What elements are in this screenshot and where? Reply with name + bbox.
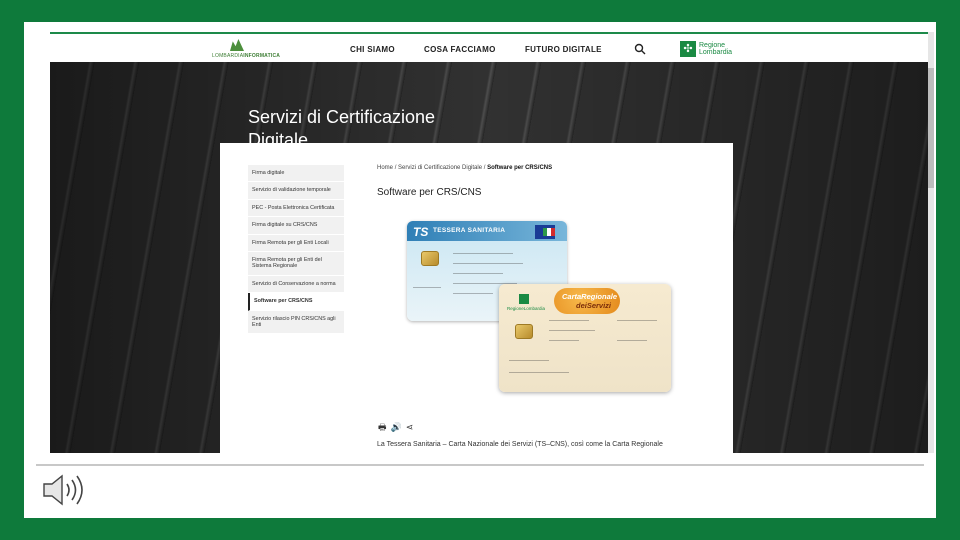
breadcrumb-current: Software per CRS/CNS [487, 165, 553, 171]
sidebar-item-firma-digitale[interactable]: Firma digitale [248, 165, 344, 183]
sidebar-item-firma-remota-sistema-regionale[interactable]: Firma Remota per gli Enti del Sistema Re… [248, 252, 344, 276]
sidebar-item-pec[interactable]: PEC - Posta Elettronica Certificata [248, 199, 344, 218]
eu-italy-flag-icon [535, 225, 555, 239]
slide-divider [36, 464, 924, 466]
breadcrumb-separator: / [394, 165, 397, 171]
ts-logo: TS [413, 225, 429, 239]
sidebar-menu: Firma digitale Servizio di validazione t… [248, 165, 344, 335]
ts-title: TESSERA SANITARIA [433, 227, 506, 234]
share-icon[interactable]: ⋖ [406, 422, 414, 432]
crs-logo: CartaRegionale deiServizi [554, 288, 620, 314]
sidebar-item-validazione-temporale[interactable]: Servizio di validazione temporale [248, 182, 344, 200]
speaker-icon[interactable] [42, 472, 88, 508]
lombardia-informatica-logo[interactable]: LOMBARDIAINFORMATICA [212, 39, 280, 61]
nav-futuro-digitale[interactable]: FUTURO DIGITALE [525, 45, 602, 54]
region-line2: Lombardia [699, 49, 733, 56]
sidebar-item-conservazione[interactable]: Servizio di Conservazione a norma [248, 275, 344, 294]
audio-icon[interactable]: 🔊 [391, 422, 402, 432]
page-tools: 🖶 🔊 ⋖ [378, 420, 417, 436]
region-cross-icon: ✣ [680, 41, 696, 57]
sidebar-item-software-crs-cns[interactable]: Software per CRS/CNS [248, 293, 344, 311]
breadcrumb: Home / Servizi di Certificazione Digital… [377, 165, 552, 171]
search-icon[interactable] [634, 43, 646, 55]
intro-paragraph: La Tessera Sanitaria – Carta Nazionale d… [377, 441, 663, 448]
slide: LOMBARDIAINFORMATICA CHI SIAMO COSA FACC… [24, 22, 936, 518]
logo-text-light: LOMBARDIA [212, 53, 244, 59]
smartcard-chip-icon [515, 324, 533, 339]
breadcrumb-separator: / [483, 165, 486, 171]
page-title: Software per CRS/CNS [377, 187, 482, 198]
carta-regionale-servizi-card: RegioneLombardia CartaRegionale deiServi… [499, 284, 671, 392]
logo-text-bold: INFORMATICA [243, 53, 281, 59]
sidebar-item-firma-crs-cns[interactable]: Firma digitale su CRS/CNS [248, 217, 344, 235]
site-header: LOMBARDIAINFORMATICA CHI SIAMO COSA FACC… [50, 32, 928, 62]
logo-mark-icon [230, 39, 244, 51]
breadcrumb-home[interactable]: Home [377, 165, 393, 171]
crs-title-b: deiServizi [576, 301, 612, 310]
scrollbar-thumb[interactable] [928, 68, 934, 188]
nav-chi-siamo[interactable]: CHI SIAMO [350, 45, 395, 54]
browser-viewport: LOMBARDIAINFORMATICA CHI SIAMO COSA FACC… [50, 32, 934, 453]
print-icon[interactable]: 🖶 [378, 422, 387, 432]
cards-image: TS TESSERA SANITARIA RegioneLombardia Ca… [407, 221, 675, 401]
smartcard-chip-icon [421, 251, 439, 266]
sidebar-item-firma-remota-enti-locali[interactable]: Firma Remota per gli Enti Locali [248, 234, 344, 253]
breadcrumb-section[interactable]: Servizi di Certificazione Digitale [398, 165, 482, 171]
sidebar-item-rilascio-pin[interactable]: Servizio rilascio PIN CRS/CNS agli Enti [248, 310, 344, 335]
crs-title-a: CartaRegionale [562, 292, 618, 301]
region-line1: Regione [699, 42, 726, 49]
nav-cosa-facciamo[interactable]: COSA FACCIAMO [424, 45, 496, 54]
lombardia-cross-icon [519, 294, 529, 304]
crs-region-label: RegioneLombardia [507, 306, 546, 311]
content-panel: Firma digitale Servizio di validazione t… [220, 143, 733, 453]
